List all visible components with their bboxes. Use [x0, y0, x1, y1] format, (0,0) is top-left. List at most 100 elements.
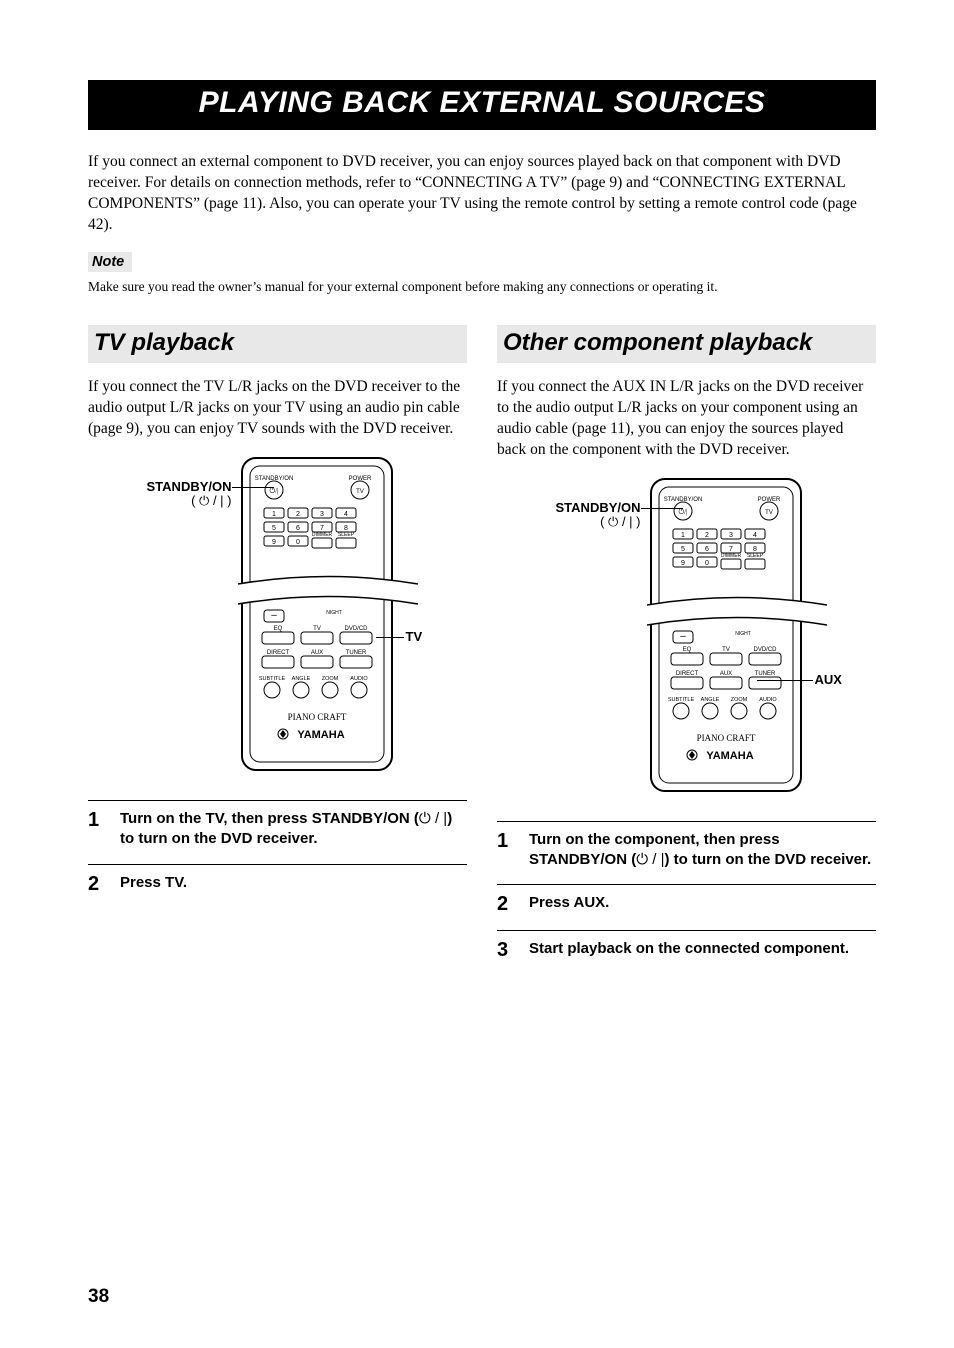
svg-text:0: 0 — [296, 539, 300, 546]
svg-text:TUNER: TUNER — [754, 671, 775, 677]
callout-line — [376, 637, 404, 638]
svg-text:4: 4 — [344, 511, 348, 518]
page-title: PLAYING BACK EXTERNAL SOURCES — [88, 86, 876, 120]
step-number: 2 — [88, 873, 106, 896]
svg-text:6: 6 — [296, 525, 300, 532]
svg-text:3: 3 — [320, 511, 324, 518]
svg-text:NIGHT: NIGHT — [735, 631, 751, 637]
step: 2 Press AUX. — [497, 884, 876, 930]
note-label: Note — [88, 252, 132, 272]
svg-text:1: 1 — [272, 511, 276, 518]
callout-line — [641, 508, 683, 509]
svg-text:2: 2 — [705, 532, 709, 539]
svg-text:EQ: EQ — [682, 647, 691, 653]
right-column: Other component playback If you connect … — [497, 325, 876, 976]
svg-text:2: 2 — [296, 511, 300, 518]
svg-text:DIMMER: DIMMER — [311, 532, 332, 538]
svg-text:0: 0 — [705, 560, 709, 567]
note-text: Make sure you read the owner’s manual fo… — [88, 278, 876, 296]
svg-text:9: 9 — [681, 560, 685, 567]
svg-text:SUBTITLE: SUBTITLE — [667, 697, 694, 703]
step-text: Turn on the component, then press STANDB… — [529, 830, 876, 871]
svg-text:ZOOM: ZOOM — [321, 676, 338, 682]
other-playback-intro: If you connect the AUX IN L/R jacks on t… — [497, 377, 876, 461]
callout-line — [232, 487, 274, 488]
page-title-bar: PLAYING BACK EXTERNAL SOURCES — [88, 80, 876, 130]
step-number: 1 — [88, 809, 106, 850]
svg-text:8: 8 — [753, 546, 757, 553]
svg-text:AUDIO: AUDIO — [350, 676, 368, 682]
svg-text:PIANO CRAFT: PIANO CRAFT — [287, 712, 346, 722]
svg-text:AUX: AUX — [310, 650, 322, 656]
step: 2 Press TV. — [88, 864, 467, 910]
note-block: Note Make sure you read the owner’s manu… — [88, 252, 876, 296]
svg-text:5: 5 — [272, 525, 276, 532]
svg-text:7: 7 — [729, 546, 733, 553]
svg-text:ZOOM: ZOOM — [730, 697, 747, 703]
svg-text:TV: TV — [765, 510, 773, 516]
svg-text:AUX: AUX — [719, 671, 731, 677]
svg-text:7: 7 — [320, 525, 324, 532]
svg-text:4: 4 — [753, 532, 757, 539]
step-text: Press TV. — [120, 873, 467, 896]
svg-text:6: 6 — [705, 546, 709, 553]
step: 1 Turn on the component, then press STAN… — [497, 821, 876, 885]
power-icon: ( ⏻ / | ) — [191, 493, 231, 508]
power-icon: ( ⏻ / | ) — [600, 514, 640, 529]
callout-standby-label: STANDBY/ON — [556, 500, 641, 515]
callout-standby-on: STANDBY/ON ( ⏻ / | ) — [531, 501, 641, 530]
step-number: 3 — [497, 939, 515, 962]
left-column: TV playback If you connect the TV L/R ja… — [88, 325, 467, 976]
svg-text:PIANO CRAFT: PIANO CRAFT — [696, 733, 755, 743]
svg-text:5: 5 — [681, 546, 685, 553]
svg-text:1: 1 — [681, 532, 685, 539]
tv-playback-heading: TV playback — [88, 325, 467, 363]
other-playback-heading: Other component playback — [497, 325, 876, 363]
svg-text:DVD/CD: DVD/CD — [753, 647, 777, 653]
svg-text:DIRECT: DIRECT — [675, 671, 698, 677]
remote-illustration: STANDBY/ON ⏻/| POWER TV 1 2 3 4 5 6 7 8 — [647, 475, 827, 795]
svg-text:TV: TV — [313, 626, 321, 632]
callout-standby-on: STANDBY/ON ( ⏻ / | ) — [122, 480, 232, 509]
intro-paragraph: If you connect an external component to … — [88, 152, 876, 236]
power-icon: ⏻ / | — [419, 810, 447, 827]
columns: TV playback If you connect the TV L/R ja… — [88, 325, 876, 976]
svg-text:SLEEP: SLEEP — [337, 532, 354, 538]
svg-text:3: 3 — [729, 532, 733, 539]
svg-text:NIGHT: NIGHT — [326, 610, 342, 616]
tv-playback-intro: If you connect the TV L/R jacks on the D… — [88, 377, 467, 440]
svg-text:ANGLE: ANGLE — [700, 697, 719, 703]
remote-illustration: STANDBY/ON ⏻/| POWER TV 1 2 3 4 5 6 7 — [238, 454, 418, 774]
power-icon: ⏻ / | — [636, 851, 664, 868]
svg-text:DIRECT: DIRECT — [266, 650, 289, 656]
svg-text:SUBTITLE: SUBTITLE — [258, 676, 285, 682]
step: 3 Start playback on the connected compon… — [497, 930, 876, 976]
step-text: Start playback on the connected componen… — [529, 939, 876, 962]
remote-figure-aux: STANDBY/ON ( ⏻ / | ) AUX STANDBY/ON ⏻/| — [497, 475, 876, 795]
svg-text:ANGLE: ANGLE — [291, 676, 310, 682]
svg-text:8: 8 — [344, 525, 348, 532]
callout-tv: TV — [406, 630, 423, 644]
svg-text:⏻/|: ⏻/| — [269, 487, 278, 495]
svg-text:YAMAHA: YAMAHA — [706, 750, 753, 762]
svg-text:TUNER: TUNER — [345, 650, 366, 656]
remote-figure-tv: STANDBY/ON ( ⏻ / | ) TV STANDBY/ON — [88, 454, 467, 774]
step-number: 1 — [497, 830, 515, 871]
callout-standby-label: STANDBY/ON — [147, 479, 232, 494]
svg-text:DIMMER: DIMMER — [720, 553, 741, 559]
svg-text:EQ: EQ — [273, 626, 282, 632]
step: 1 Turn on the TV, then press STANDBY/ON … — [88, 800, 467, 864]
svg-text:SLEEP: SLEEP — [746, 553, 763, 559]
step-text: Turn on the TV, then press STANDBY/ON (⏻… — [120, 809, 467, 850]
svg-text:DVD/CD: DVD/CD — [344, 626, 368, 632]
step-text: Press AUX. — [529, 893, 876, 916]
svg-text:TV: TV — [722, 647, 730, 653]
callout-line — [757, 680, 813, 681]
svg-text:–: – — [680, 631, 686, 642]
svg-text:–: – — [271, 610, 277, 621]
svg-text:TV: TV — [356, 489, 364, 495]
step-number: 2 — [497, 893, 515, 916]
svg-text:9: 9 — [272, 539, 276, 546]
callout-aux: AUX — [815, 673, 842, 687]
page-number: 38 — [88, 1286, 109, 1308]
